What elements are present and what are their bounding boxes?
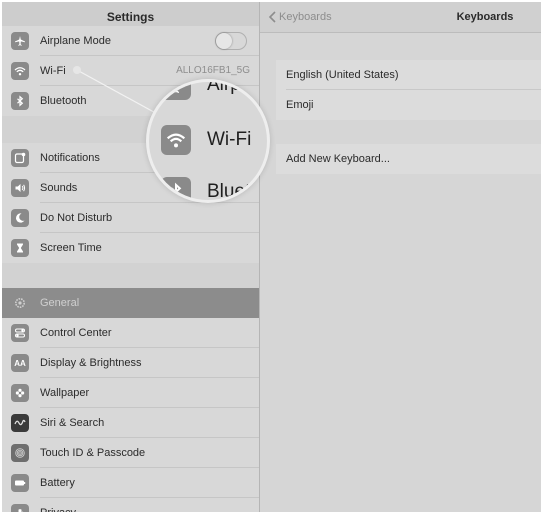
battery-icon	[11, 474, 29, 492]
add-keyboard-label: Add New Keyboard...	[286, 153, 390, 165]
back-button[interactable]: Keyboards	[268, 2, 332, 32]
moon-icon	[11, 209, 29, 227]
keyboard-label: English (United States)	[286, 69, 399, 81]
gear-icon	[11, 294, 29, 312]
sidebar-item-label: Control Center	[40, 327, 112, 339]
ipad-screen: Settings Airplane Mode Wi-Fi ALLO16FB1_5…	[2, 2, 541, 512]
magnified-row-airplane: Airplane Mode	[149, 82, 267, 102]
wifi-icon	[161, 125, 191, 155]
keyboard-label: Emoji	[286, 99, 314, 111]
back-button-label: Keyboards	[279, 11, 332, 23]
sidebar-item-general[interactable]: General	[2, 288, 259, 318]
airplane-icon	[161, 82, 191, 100]
speaker-icon	[11, 179, 29, 197]
sidebar-item-airplane-mode[interactable]: Airplane Mode	[2, 26, 259, 56]
sidebar-item-control-center[interactable]: Control Center	[2, 318, 259, 348]
settings-group-general: General Control Center AA Display & Brig…	[2, 288, 259, 512]
sidebar-item-label: General	[40, 297, 80, 309]
sidebar-item-label: Screen Time	[40, 242, 102, 254]
sidebar-item-touch-id[interactable]: Touch ID & Passcode	[2, 438, 259, 468]
sidebar-item-label: Notifications	[40, 152, 100, 164]
toggle-knob	[216, 33, 232, 49]
siri-icon	[11, 414, 29, 432]
bluetooth-icon	[11, 92, 29, 110]
airplane-icon	[11, 32, 29, 50]
sidebar-item-screen-time[interactable]: Screen Time	[2, 233, 259, 263]
sidebar-item-battery[interactable]: Battery	[2, 468, 259, 498]
magnified-label: Bluetooth	[207, 181, 267, 200]
sidebar-item-privacy[interactable]: Privacy	[2, 498, 259, 512]
hourglass-icon	[11, 239, 29, 257]
sidebar-item-wallpaper[interactable]: Wallpaper	[2, 378, 259, 408]
fingerprint-icon	[11, 444, 29, 462]
zoom-magnifier: Airplane Mode Wi-Fi Bluetooth	[149, 82, 267, 200]
sidebar-title: Settings	[106, 10, 155, 24]
sidebar-item-label: Do Not Disturb	[40, 212, 113, 224]
sidebar-item-label: Touch ID & Passcode	[40, 447, 146, 459]
sidebar-item-do-not-disturb[interactable]: Do Not Disturb	[2, 203, 259, 233]
keyboard-list: English (United States) Emoji	[276, 60, 541, 120]
magnified-row-wifi: Wi-Fi	[149, 122, 267, 158]
airplane-mode-toggle[interactable]	[215, 32, 247, 50]
bluetooth-icon	[161, 177, 191, 200]
sidebar-item-label: Bluetooth	[40, 95, 87, 107]
sidebar-item-label: Battery	[40, 477, 75, 489]
sidebar-item-label: Sounds	[40, 182, 78, 194]
aa-icon: AA	[11, 354, 29, 372]
sidebar-item-label: Wallpaper	[40, 387, 90, 399]
keyboard-english-us[interactable]: English (United States)	[276, 60, 541, 90]
add-new-keyboard-button[interactable]: Add New Keyboard...	[276, 144, 541, 174]
sidebar-item-siri-search[interactable]: Siri & Search	[2, 408, 259, 438]
page-title: Keyboards	[456, 11, 514, 23]
sidebar-item-label: Privacy	[40, 498, 76, 512]
sidebar-item-label: Display & Brightness	[40, 357, 142, 369]
sidebar-item-label: Wi-Fi	[40, 65, 66, 77]
hand-icon	[11, 504, 29, 512]
wifi-icon	[11, 62, 29, 80]
chevron-left-icon	[268, 11, 276, 23]
sidebar-item-display-brightness[interactable]: AA Display & Brightness	[2, 348, 259, 378]
sidebar-item-label: Airplane Mode	[40, 35, 111, 47]
detail-header: Keyboards Keyboards	[260, 2, 541, 33]
notifications-icon	[11, 149, 29, 167]
keyboards-detail-pane: Keyboards Keyboards English (United Stat…	[259, 2, 541, 512]
settings-sidebar: Settings Airplane Mode Wi-Fi ALLO16FB1_5…	[2, 2, 259, 512]
add-keyboard-group: Add New Keyboard...	[276, 144, 541, 174]
magnified-row-bluetooth: Bluetooth	[149, 174, 267, 200]
magnified-label: Airplane Mode	[207, 82, 267, 95]
keyboard-emoji[interactable]: Emoji	[276, 90, 541, 120]
switches-icon	[11, 324, 29, 342]
flower-icon	[11, 384, 29, 402]
sidebar-item-label: Siri & Search	[40, 417, 105, 429]
magnified-label: Wi-Fi	[207, 129, 252, 150]
